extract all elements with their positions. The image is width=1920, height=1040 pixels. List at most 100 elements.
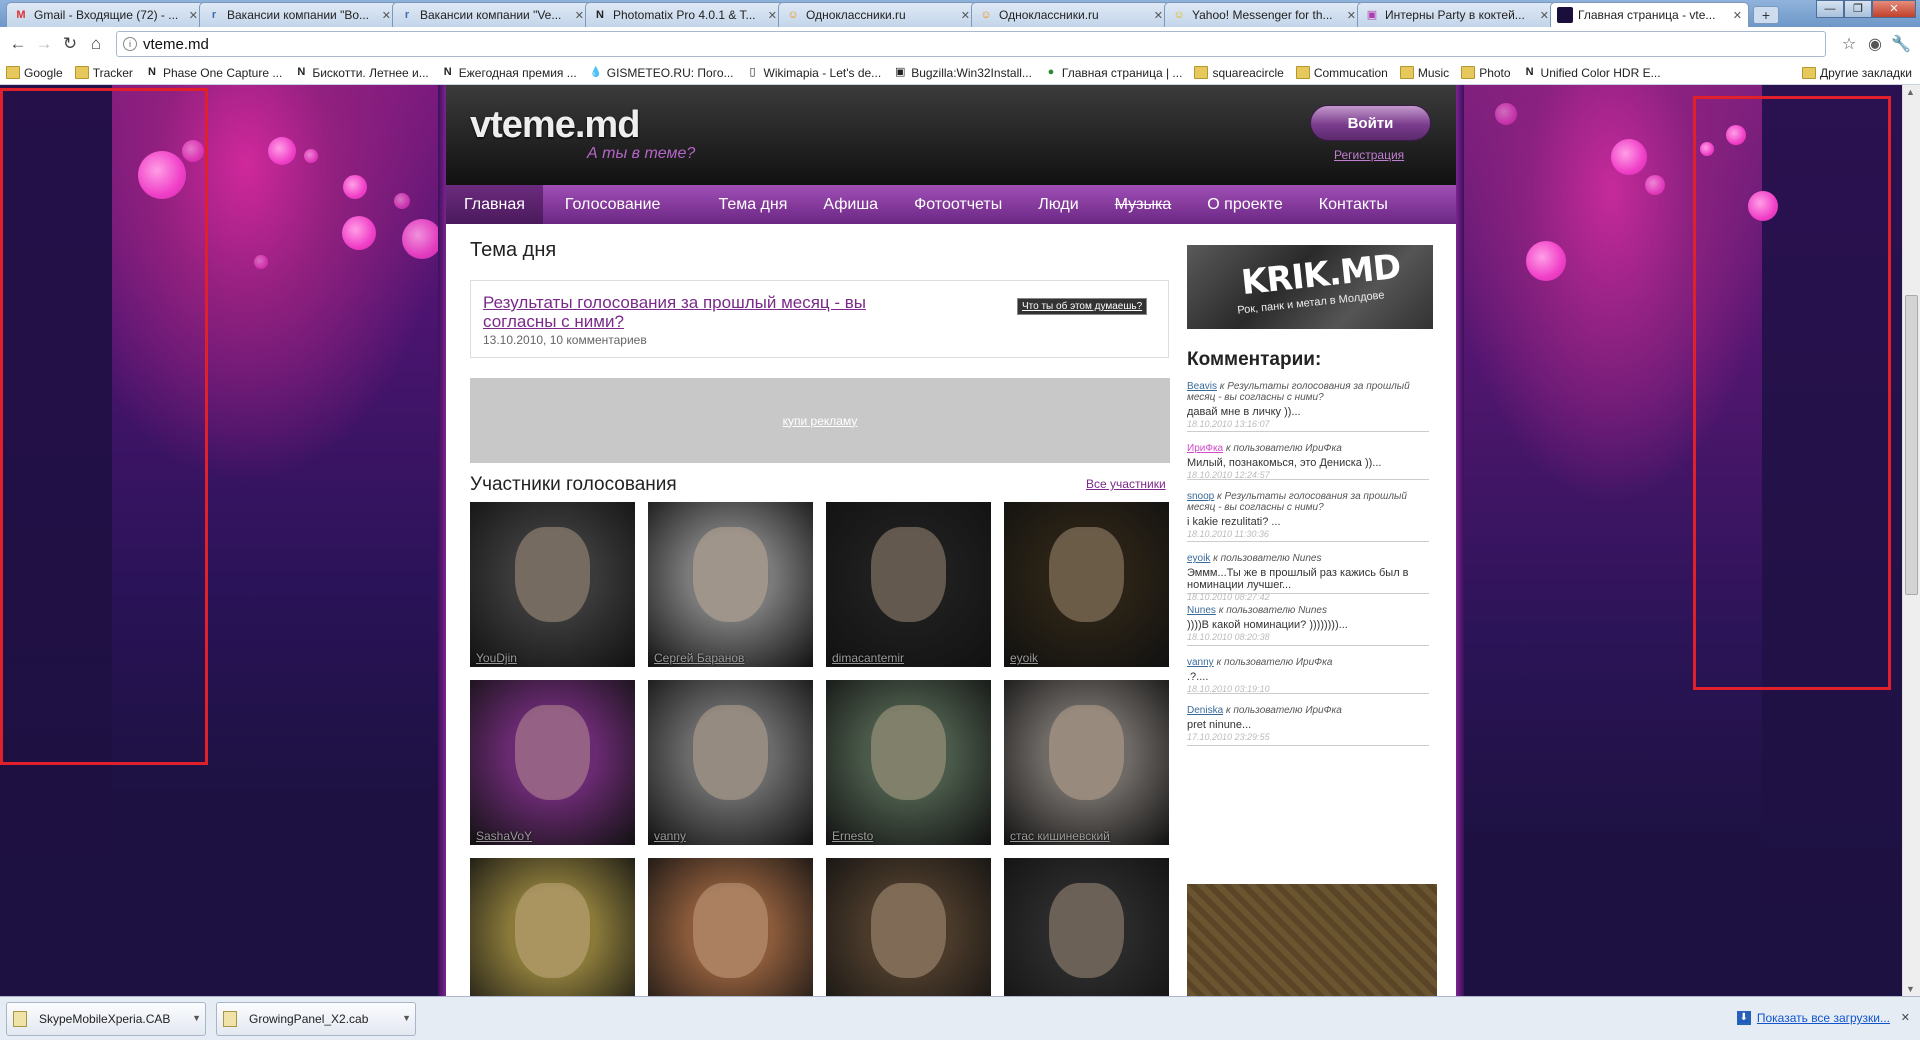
voter-card[interactable]: стас кишиневский <box>1004 680 1169 845</box>
menu-item[interactable]: Афиша <box>805 185 896 224</box>
register-link[interactable]: Регистрация <box>1334 148 1404 162</box>
other-bookmarks[interactable]: Другие закладки <box>1802 66 1912 80</box>
close-tab-icon[interactable]: ✕ <box>575 9 584 22</box>
close-tab-icon[interactable]: ✕ <box>189 9 198 22</box>
voter-card[interactable]: SashaVoY <box>470 680 635 845</box>
voter-photo[interactable] <box>1049 883 1124 978</box>
menu-item[interactable]: Голосование <box>543 185 679 224</box>
bookmark-item[interactable]: N Phase One Capture ... <box>145 66 282 80</box>
all-voters-link[interactable]: Все участники <box>1086 477 1166 491</box>
browser-tab[interactable]: ☺ Одноклассники.ru ✕ <box>778 2 977 27</box>
comment-context[interactable]: к пользователю Nunes <box>1219 605 1327 616</box>
close-tab-icon[interactable]: ✕ <box>1154 9 1163 22</box>
bookmark-item[interactable]: Commucation <box>1295 66 1388 80</box>
address-bar[interactable]: i vteme.md <box>116 31 1826 57</box>
wrench-menu-icon[interactable]: 🔧 <box>1888 34 1914 54</box>
ad-placeholder[interactable]: купи рекламу <box>470 378 1170 463</box>
new-tab-button[interactable]: + <box>1753 6 1779 24</box>
menu-item[interactable]: Главная <box>446 185 543 224</box>
comment-context[interactable]: к пользователю ИриФка <box>1216 657 1332 668</box>
buy-ad-link[interactable]: купи рекламу <box>783 414 858 428</box>
voter-photo[interactable] <box>693 883 768 978</box>
voter-photo[interactable] <box>693 705 768 800</box>
extension-icon[interactable]: ◉ <box>1862 34 1888 54</box>
scroll-down-icon[interactable]: ▼ <box>1906 984 1915 994</box>
browser-tab[interactable]: M Gmail - Входящие (72) - ... ✕ <box>6 2 205 27</box>
bookmark-item[interactable]: Tracker <box>74 66 133 80</box>
site-logo[interactable]: vteme.md <box>470 104 640 147</box>
maximize-icon[interactable]: ❐ <box>1844 0 1872 18</box>
browser-tab[interactable]: N Photomatix Pro 4.0.1 & T... ✕ <box>585 2 784 27</box>
page-scrollbar[interactable]: ▲ ▼ <box>1902 85 1920 996</box>
voter-card[interactable] <box>1004 858 1169 996</box>
voter-name[interactable]: vanny <box>654 829 686 843</box>
topic-link[interactable]: Результаты голосования за прошлый месяц … <box>483 293 923 331</box>
voter-card[interactable]: Сергей Баранов <box>648 502 813 667</box>
bookmark-item[interactable]: N Ежегодная премия ... <box>441 66 577 80</box>
browser-tab[interactable]: ▣ Интерны Party в коктей... ✕ <box>1357 2 1556 27</box>
comment-context[interactable]: к Результаты голосования за прошлый меся… <box>1187 381 1410 403</box>
comment-author-link[interactable]: Deniska <box>1187 705 1223 716</box>
voter-card[interactable]: eyoik <box>1004 502 1169 667</box>
voter-name[interactable]: eyoik <box>1010 651 1038 665</box>
scroll-up-icon[interactable]: ▲ <box>1906 87 1915 97</box>
bookmark-item[interactable]: Photo <box>1461 66 1511 80</box>
login-button[interactable]: Войти <box>1310 105 1431 141</box>
menu-item[interactable]: Тема дня <box>678 185 805 224</box>
bookmark-item[interactable]: ● Главная страница | ... <box>1044 66 1183 80</box>
menu-item[interactable]: Фотоотчеты <box>896 185 1020 224</box>
browser-tab[interactable]: r Вакансии компании "Во... ✕ <box>199 2 398 27</box>
minimize-icon[interactable]: — <box>1816 0 1844 18</box>
menu-item[interactable]: О проекте <box>1189 185 1300 224</box>
comment-author-link[interactable]: Beavis <box>1187 381 1217 392</box>
topic-comment-button[interactable]: Что ты об этом думаешь? <box>1017 298 1148 315</box>
menu-item[interactable]: Музыка <box>1097 185 1190 224</box>
voter-photo[interactable] <box>1049 705 1124 800</box>
comment-author-link[interactable]: Nunes <box>1187 605 1216 616</box>
download-menu-icon[interactable]: ▼ <box>402 1013 411 1023</box>
menu-item[interactable]: Контакты <box>1301 185 1406 224</box>
home-icon[interactable]: ⌂ <box>84 32 108 56</box>
close-tab-icon[interactable]: ✕ <box>1733 9 1742 22</box>
voter-card[interactable]: dimacantemir <box>826 502 991 667</box>
comment-context[interactable]: к Результаты голосования за прошлый меся… <box>1187 491 1407 513</box>
voter-name[interactable]: YouDjin <box>476 651 517 665</box>
browser-tab[interactable]: r Вакансии компании "Ve... ✕ <box>392 2 591 27</box>
browser-tab[interactable]: ☺ Yahoo! Messenger for th... ✕ <box>1164 2 1363 27</box>
voter-card[interactable] <box>648 858 813 996</box>
voter-name[interactable]: dimacantemir <box>832 651 904 665</box>
close-tab-icon[interactable]: ✕ <box>382 9 391 22</box>
comment-context[interactable]: к пользователю ИриФка <box>1226 443 1342 454</box>
close-tab-icon[interactable]: ✕ <box>768 9 777 22</box>
download-item[interactable]: SkypeMobileXperia.CAB ▼ <box>6 1001 206 1036</box>
close-window-icon[interactable]: ✕ <box>1872 0 1916 18</box>
close-tab-icon[interactable]: ✕ <box>1540 9 1549 22</box>
comment-context[interactable]: к пользователю Nunes <box>1213 553 1321 564</box>
bookmark-item[interactable]: 💧 GISMETEO.RU: Пого... <box>589 66 734 80</box>
voter-card[interactable]: vanny <box>648 680 813 845</box>
back-icon[interactable]: ← <box>6 32 30 56</box>
voter-name[interactable]: стас кишиневский <box>1010 829 1110 843</box>
comment-author-link[interactable]: eyoik <box>1187 553 1210 564</box>
voter-photo[interactable] <box>515 527 590 622</box>
bookmark-item[interactable]: N Unified Color HDR E... <box>1523 66 1661 80</box>
voter-photo[interactable] <box>693 527 768 622</box>
bookmark-star-icon[interactable]: ☆ <box>1836 34 1862 54</box>
bookmark-item[interactable]: ▯ Wikimapia - Let's de... <box>746 66 881 80</box>
voter-name[interactable]: SashaVoY <box>476 829 532 843</box>
voter-card[interactable] <box>470 858 635 996</box>
close-tab-icon[interactable]: ✕ <box>1347 9 1356 22</box>
bookmark-item[interactable]: N Бискотти. Летнее и... <box>294 66 428 80</box>
voter-photo[interactable] <box>515 883 590 978</box>
bookmark-item[interactable]: Google <box>6 66 63 80</box>
promo-banner[interactable]: 4 <box>1187 884 1437 996</box>
download-menu-icon[interactable]: ▼ <box>192 1013 201 1023</box>
scroll-thumb[interactable] <box>1905 295 1918 595</box>
bookmark-item[interactable]: Music <box>1399 66 1449 80</box>
comment-author-link[interactable]: vanny <box>1187 657 1214 668</box>
voter-photo[interactable] <box>871 705 946 800</box>
browser-tab[interactable]: Главная страница - vte... ✕ <box>1550 2 1749 27</box>
close-tab-icon[interactable]: ✕ <box>961 9 970 22</box>
voter-card[interactable] <box>826 858 991 996</box>
comment-author-link[interactable]: snoop <box>1187 491 1214 502</box>
